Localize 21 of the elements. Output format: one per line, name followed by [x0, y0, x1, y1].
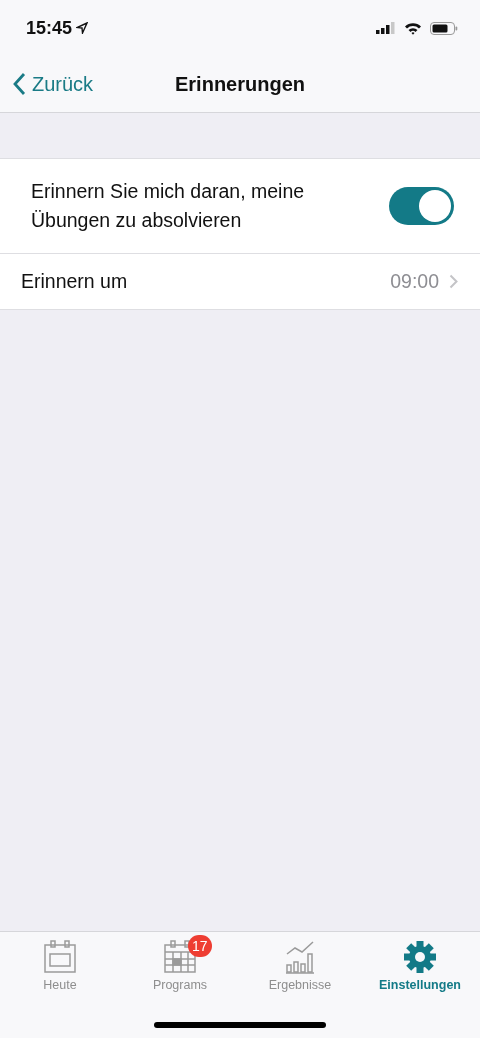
- wifi-icon: [404, 21, 422, 35]
- tab-bar-item[interactable]: Ergebnisse: [240, 932, 360, 993]
- location-arrow-icon: [76, 22, 89, 34]
- chevron-left-icon: [12, 72, 26, 96]
- notification-badge: 17: [188, 935, 212, 957]
- battery-icon: [430, 21, 458, 35]
- gear-icon: [403, 940, 437, 974]
- chevron-right-icon: [449, 274, 458, 289]
- status-time: 15:45: [26, 17, 73, 39]
- chart-icon: [283, 940, 317, 974]
- tab-bar-item[interactable]: Heute: [0, 932, 120, 993]
- setting-label: Erinnern Sie mich daran, meine Übungen zu absolvieren: [31, 179, 306, 233]
- screen-title: Erinnerungen: [175, 72, 305, 96]
- tab-bar-item[interactable]: Einstellungen: [360, 932, 480, 993]
- signal-icon: [376, 22, 396, 34]
- toggle-switch[interactable]: [389, 187, 454, 225]
- calendar-icon: [43, 940, 77, 974]
- back-button[interactable]: Zurück: [0, 71, 100, 97]
- time-value: 09:00: [390, 270, 439, 293]
- tab-bar-item[interactable]: Programs 17: [120, 932, 240, 993]
- setting-label: Erinnern um: [21, 270, 129, 293]
